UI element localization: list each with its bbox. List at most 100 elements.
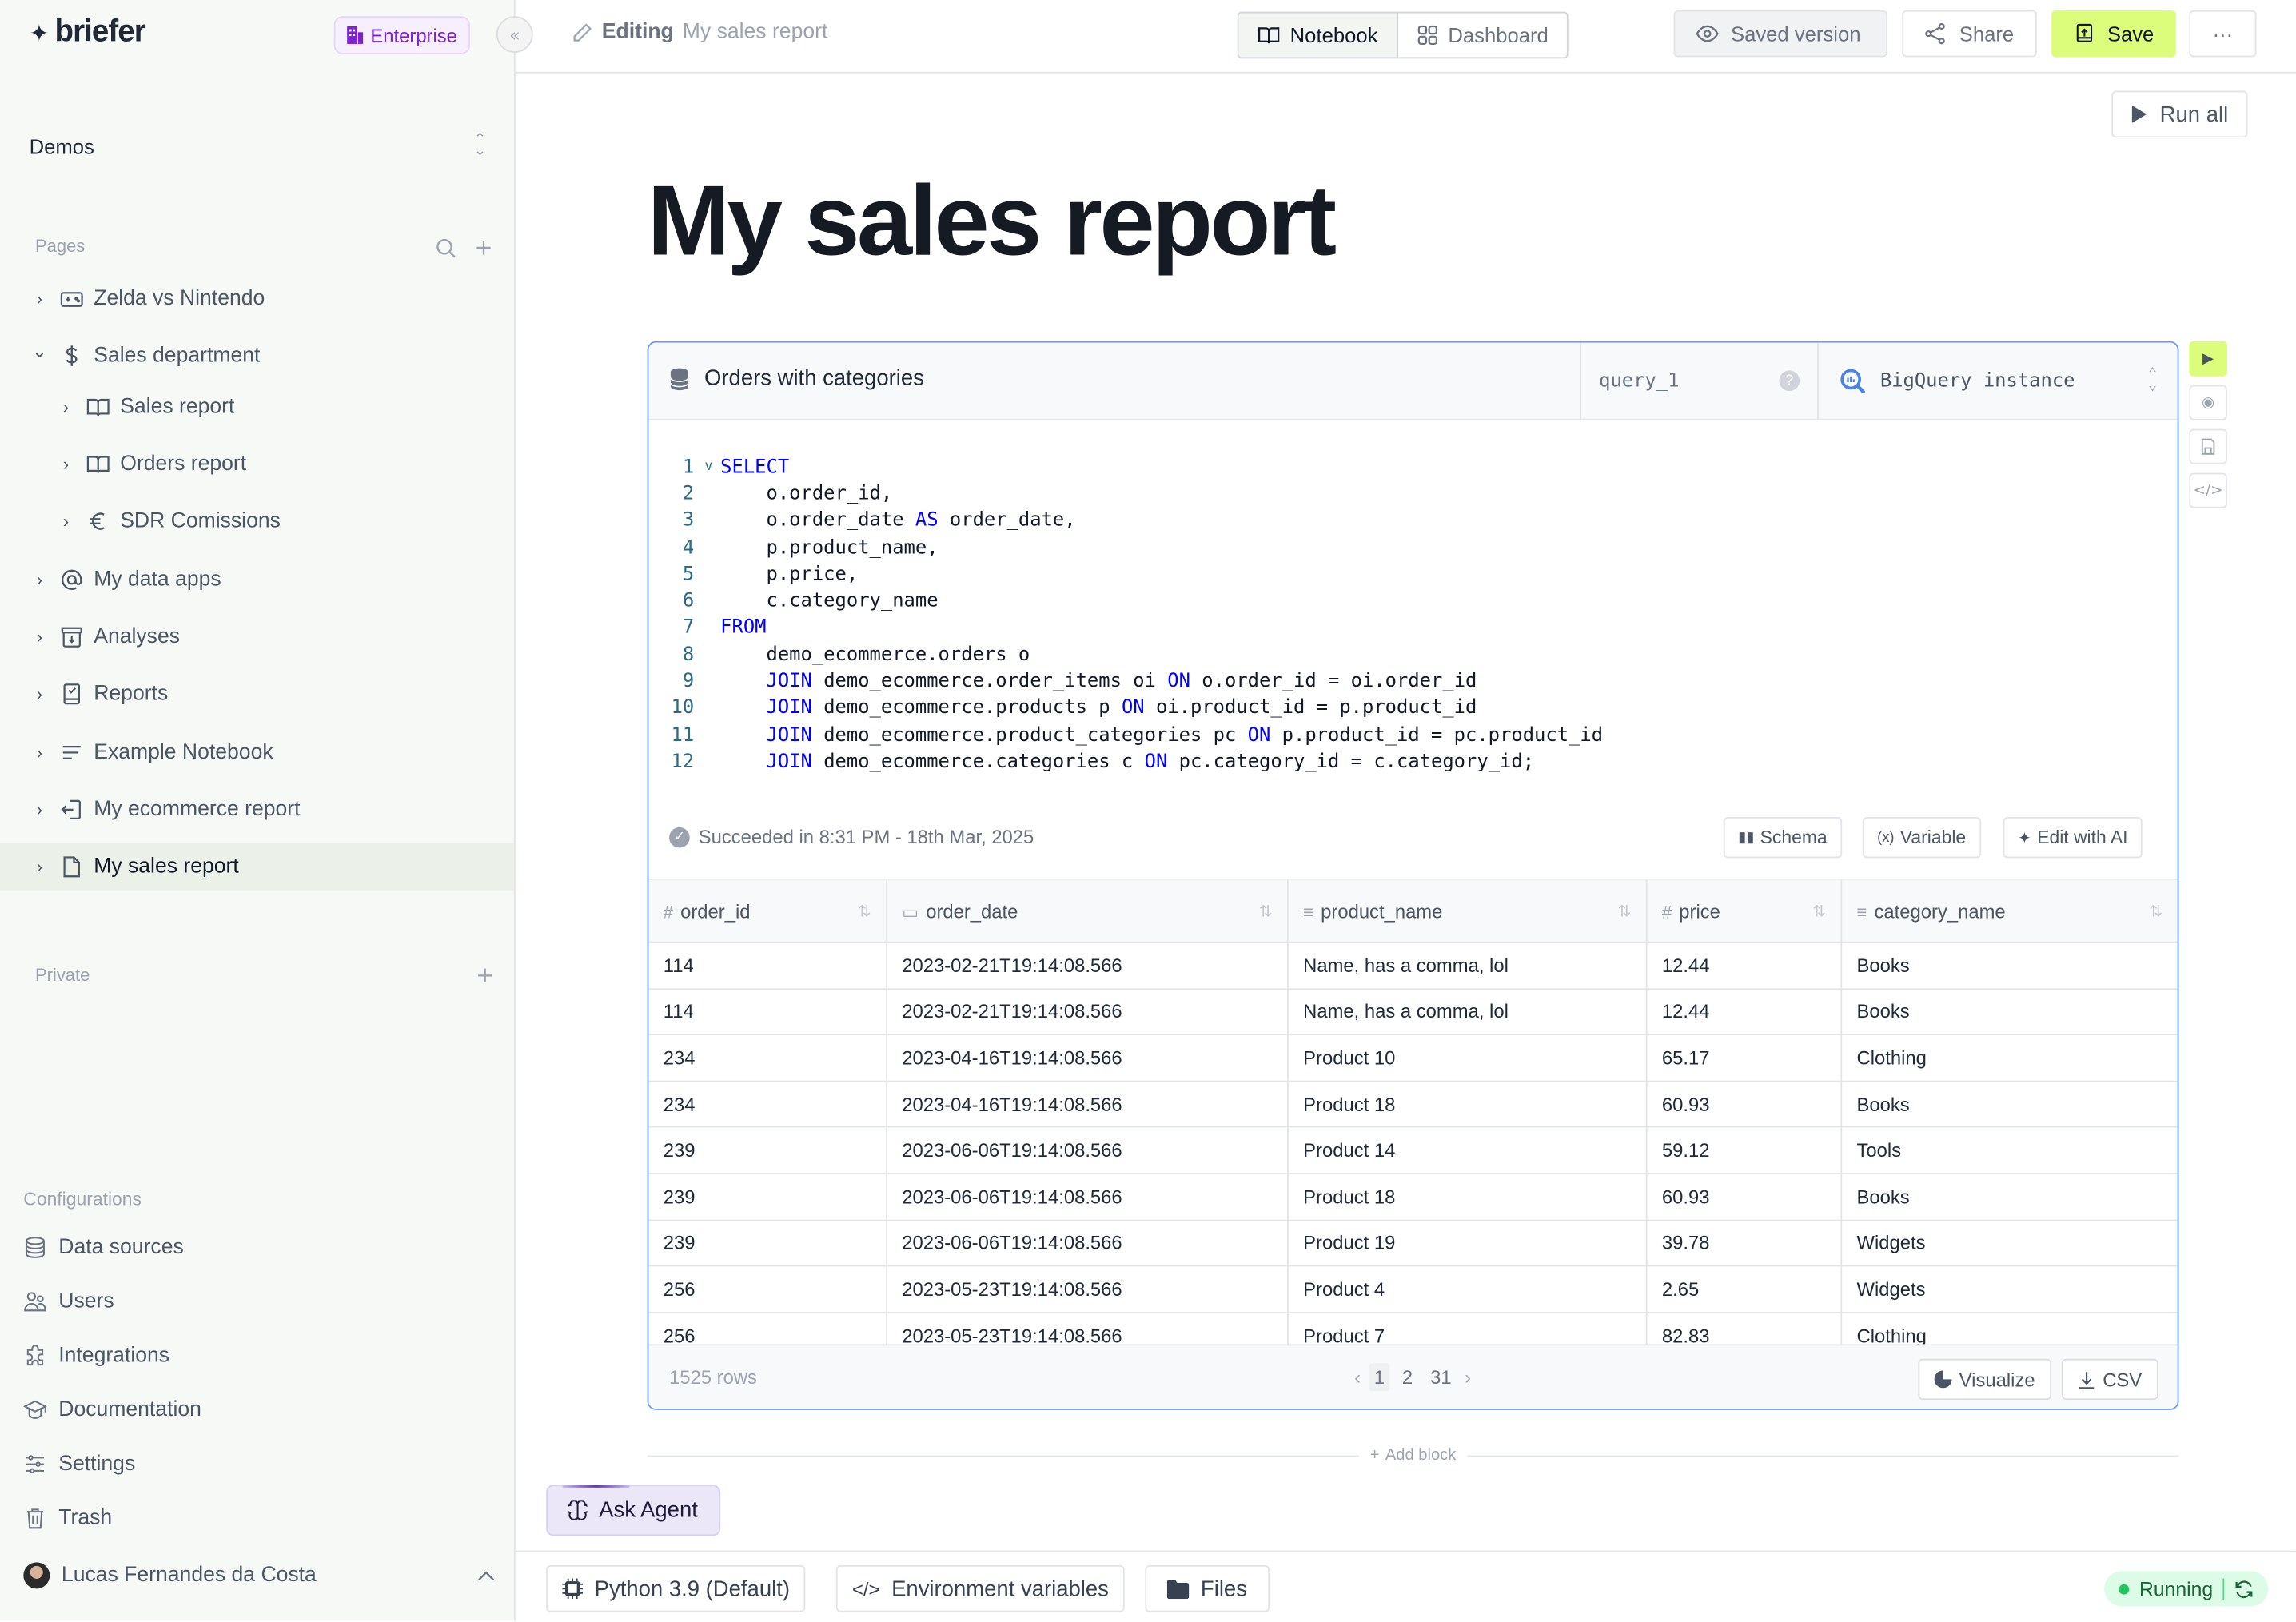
environment-variables-label: Environment variables <box>891 1576 1109 1601</box>
column-header[interactable]: ▭ order_date ⇅ <box>887 879 1289 942</box>
code-line: 7 FROM <box>648 615 2177 642</box>
logo[interactable]: ✦ briefer <box>30 14 146 50</box>
chevron-right-icon[interactable]: › <box>56 397 77 417</box>
column-header[interactable]: # order_id ⇅ <box>648 879 887 942</box>
page-title[interactable]: My sales report <box>648 164 1337 278</box>
sidebar-config-item[interactable]: Trash <box>23 1498 112 1539</box>
sidebar-page-item[interactable]: › My sales report <box>0 843 514 891</box>
table-cell: 2.65 <box>1648 1266 1843 1312</box>
table-cell: 2023-05-23T19:14:08.566 <box>887 1266 1289 1312</box>
visualize-button[interactable]: Visualize <box>1918 1358 2051 1401</box>
table-cell: 12.44 <box>1648 989 1843 1034</box>
sort-icon[interactable]: ⇅ <box>1812 901 1826 920</box>
sidebar-config-item[interactable]: Users <box>23 1281 114 1322</box>
sparkles-icon: ✦ <box>2017 829 2031 847</box>
page-number[interactable]: 31 <box>1426 1363 1456 1391</box>
chevron-right-icon[interactable]: › <box>30 683 50 704</box>
code-line: 3 o.order_date AS order_date, <box>648 508 2177 535</box>
chevron-right-icon[interactable]: › <box>30 799 50 820</box>
sidebar-config-item[interactable]: Integrations <box>23 1335 169 1376</box>
fold-chevron-icon[interactable]: v <box>697 460 720 474</box>
code-icon: </> <box>852 1577 880 1600</box>
sidebar-page-item[interactable]: › My data apps <box>0 556 514 604</box>
refresh-icon[interactable] <box>2235 1579 2254 1598</box>
run-block-button[interactable]: ▶ <box>2189 341 2227 377</box>
chevron-left-icon[interactable]: ‹ <box>1354 1366 1361 1388</box>
table-cell: Name, has a comma, lol <box>1289 989 1648 1034</box>
sidebar-page-item[interactable]: › SDR Comissions <box>0 498 514 545</box>
sort-icon[interactable]: ⇅ <box>1259 901 1273 920</box>
sidebar-page-item[interactable]: › Analyses <box>0 613 514 660</box>
add-private-page-icon[interactable]: + <box>476 962 494 988</box>
execution-status: ✓ Succeeded in 8:31 PM - 18th Mar, 2025 <box>669 826 1034 848</box>
add-page-icon[interactable]: + <box>474 234 492 261</box>
add-block-button[interactable]: + Add block <box>1358 1447 1468 1465</box>
user-menu[interactable]: Lucas Fernandes da Costa <box>23 1558 495 1593</box>
view-code-button[interactable]: </> <box>2189 472 2227 508</box>
environment-variables-button[interactable]: </> Environment variables <box>835 1565 1126 1612</box>
sidebar-config-item[interactable]: Documentation <box>23 1389 201 1430</box>
table-cell: Name, has a comma, lol <box>1289 943 1648 988</box>
tab-dashboard[interactable]: Dashboard <box>1398 13 1568 58</box>
run-all-button[interactable]: Run all <box>2111 90 2248 138</box>
saved-version-button[interactable]: Saved version <box>1673 10 1887 58</box>
chevron-right-icon[interactable]: › <box>30 627 50 648</box>
chevron-right-icon[interactable]: › <box>1465 1366 1471 1388</box>
enterprise-badge[interactable]: Enterprise <box>333 16 471 54</box>
page-number[interactable]: 1 <box>1369 1363 1389 1392</box>
more-options-button[interactable]: ··· <box>2189 10 2257 58</box>
chevron-right-icon[interactable]: › <box>30 570 50 591</box>
sidebar-page-item[interactable]: ⌄ Sales department <box>0 333 514 380</box>
sidebar-page-label: My ecommerce report <box>94 798 301 822</box>
chevron-down-icon[interactable]: ⌄ <box>30 341 50 362</box>
sidebar-page-item[interactable]: › Zelda vs Nintendo <box>0 275 514 322</box>
workspace-selector[interactable]: Demos ⌃ ⌄ <box>30 129 486 164</box>
sidebar-page-item[interactable]: › Orders report <box>0 440 514 488</box>
column-header[interactable]: # price ⇅ <box>1648 879 1843 942</box>
result-variable-input[interactable]: query_1 ? <box>1580 342 1817 419</box>
pie-chart-icon <box>1934 1370 1952 1389</box>
sort-icon[interactable]: ⇅ <box>2149 901 2162 920</box>
search-icon[interactable] <box>435 237 456 258</box>
download-csv-button[interactable]: CSV <box>2061 1358 2158 1401</box>
sort-icon[interactable]: ⇅ <box>1618 901 1632 920</box>
save-block-button[interactable] <box>2189 428 2227 464</box>
tab-notebook[interactable]: Notebook <box>1238 13 1399 58</box>
eye-icon <box>1696 25 1719 42</box>
variable-button[interactable]: (x) Variable <box>1862 817 1981 859</box>
toggle-visibility-button[interactable]: ◉ <box>2189 385 2227 420</box>
schema-button[interactable]: ▮▮ Schema <box>1723 817 1842 859</box>
edit-with-ai-button[interactable]: ✦ Edit with AI <box>2003 817 2143 859</box>
data-source-select[interactable]: BigQuery instance ⌃ ⌄ <box>1817 342 2178 419</box>
sidebar-config-item[interactable]: Settings <box>23 1444 135 1485</box>
python-runtime-button[interactable]: Python 3.9 (Default) <box>546 1565 807 1612</box>
sidebar-page-item[interactable]: › Reports <box>0 671 514 718</box>
chevron-right-icon[interactable]: › <box>56 511 77 532</box>
chevron-right-icon[interactable]: › <box>30 289 50 309</box>
sidebar-config-label: Integrations <box>58 1344 170 1368</box>
sql-editor[interactable]: 1 v SELECT 2 o.order_id, 3 o.order_date AS o… <box>648 454 2177 775</box>
save-button[interactable]: Save <box>2051 10 2176 58</box>
ask-agent-button[interactable]: Ask Agent <box>546 1485 720 1536</box>
table-cell: Product 10 <box>1289 1035 1648 1081</box>
sidebar-page-label: Example Notebook <box>94 740 273 765</box>
page-number[interactable]: 2 <box>1397 1363 1417 1391</box>
sidebar-page-item[interactable]: › Sales report <box>0 384 514 431</box>
code-text: c.category_name <box>720 590 939 612</box>
column-name: order_id <box>680 899 751 923</box>
sort-icon[interactable]: ⇅ <box>858 901 871 920</box>
chevron-right-icon[interactable]: › <box>30 743 50 763</box>
share-button[interactable]: Share <box>1902 10 2037 58</box>
chevron-right-icon[interactable]: › <box>56 454 77 475</box>
help-icon[interactable]: ? <box>1779 370 1800 392</box>
sidebar-page-item[interactable]: › Example Notebook <box>0 729 514 776</box>
sidebar-config-item[interactable]: Data sources <box>23 1227 184 1268</box>
chevron-right-icon[interactable]: › <box>30 857 50 878</box>
files-button[interactable]: Files <box>1145 1565 1270 1612</box>
sidebar-page-item[interactable]: › My ecommerce report <box>0 787 514 834</box>
column-header[interactable]: ≡ category_name ⇅ <box>1842 880 2177 942</box>
plus-icon: + <box>1369 1446 1380 1465</box>
block-title[interactable]: Orders with categories <box>669 366 924 391</box>
column-header[interactable]: ≡ product_name ⇅ <box>1289 879 1648 942</box>
collapse-sidebar-button[interactable]: « <box>496 16 533 53</box>
